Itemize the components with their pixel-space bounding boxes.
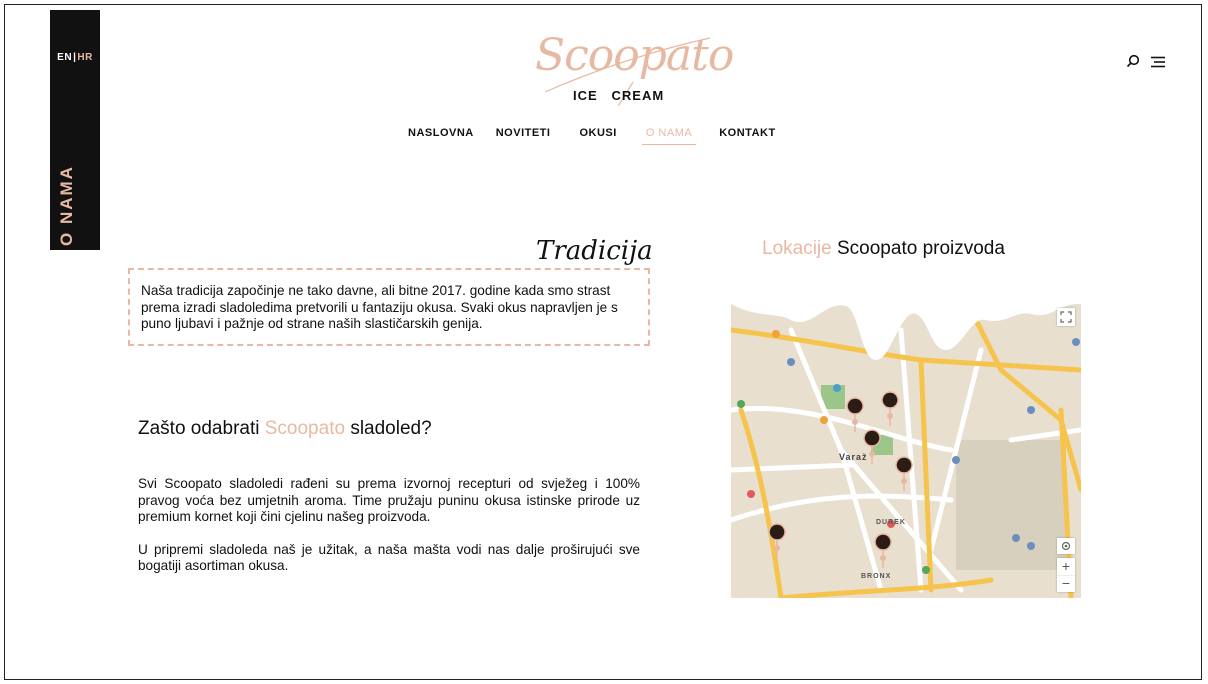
zoom-out-button[interactable]: − xyxy=(1057,575,1075,593)
lang-hr[interactable]: HR xyxy=(77,52,92,63)
map-label-varazdin: Varaž xyxy=(839,452,868,462)
nav-noviteti[interactable]: NOVITETI xyxy=(496,127,551,139)
section-label: O NAMA xyxy=(57,165,76,246)
logo[interactable]: Scoopato ICE CREAM xyxy=(505,30,734,106)
menu-icon[interactable] xyxy=(1150,55,1166,73)
map-label-bronx: BRONX xyxy=(861,573,891,580)
lang-en[interactable]: EN xyxy=(57,52,72,63)
tradicija-box: Naša tradicija započinje ne tako davne, … xyxy=(128,268,650,346)
lang-separator: | xyxy=(73,52,77,63)
zoom-in-button[interactable]: + xyxy=(1057,558,1075,575)
tradicija-text: Naša tradicija započinje ne tako davne, … xyxy=(141,283,618,331)
search-icon[interactable] xyxy=(1126,54,1140,73)
my-location-icon[interactable] xyxy=(1057,538,1075,554)
locations-map[interactable]: Varaž DUREK BRONX + − xyxy=(731,290,1081,598)
nav-o-nama[interactable]: O NAMA xyxy=(641,127,697,145)
nav-kontakt[interactable]: KONTAKT xyxy=(719,127,775,139)
fullscreen-icon[interactable] xyxy=(1057,308,1075,326)
logo-subtitle: ICE CREAM xyxy=(573,88,665,103)
zoom-control: + − xyxy=(1057,558,1075,592)
map-label-durek: DUREK xyxy=(876,519,906,526)
nav-naslovna[interactable]: NASLOVNA xyxy=(408,127,474,139)
language-switcher: EN|HR xyxy=(50,52,100,63)
sidebar: EN|HR O NAMA xyxy=(50,10,100,250)
tradicija-title: Tradicija xyxy=(536,236,653,266)
main-nav: NASLOVNA NOVITETI OKUSI O NAMA KONTAKT xyxy=(408,127,776,145)
locations-title: Lokacije Scoopato proizvoda xyxy=(762,238,1005,259)
logo-script: Scoopato xyxy=(535,30,734,81)
why-title: Zašto odabrati Scoopato sladoled? xyxy=(138,418,432,439)
nav-okusi[interactable]: OKUSI xyxy=(579,127,616,139)
why-text: Svi Scoopato sladoledi rađeni su prema i… xyxy=(138,476,640,591)
map-canvas[interactable]: Varaž DUREK BRONX xyxy=(731,290,1081,598)
header-icons xyxy=(1126,54,1166,73)
why-paragraph-1: Svi Scoopato sladoledi rađeni su prema i… xyxy=(138,476,640,524)
why-paragraph-2: U pripremi sladoleda naš je užitak, a na… xyxy=(138,541,640,574)
